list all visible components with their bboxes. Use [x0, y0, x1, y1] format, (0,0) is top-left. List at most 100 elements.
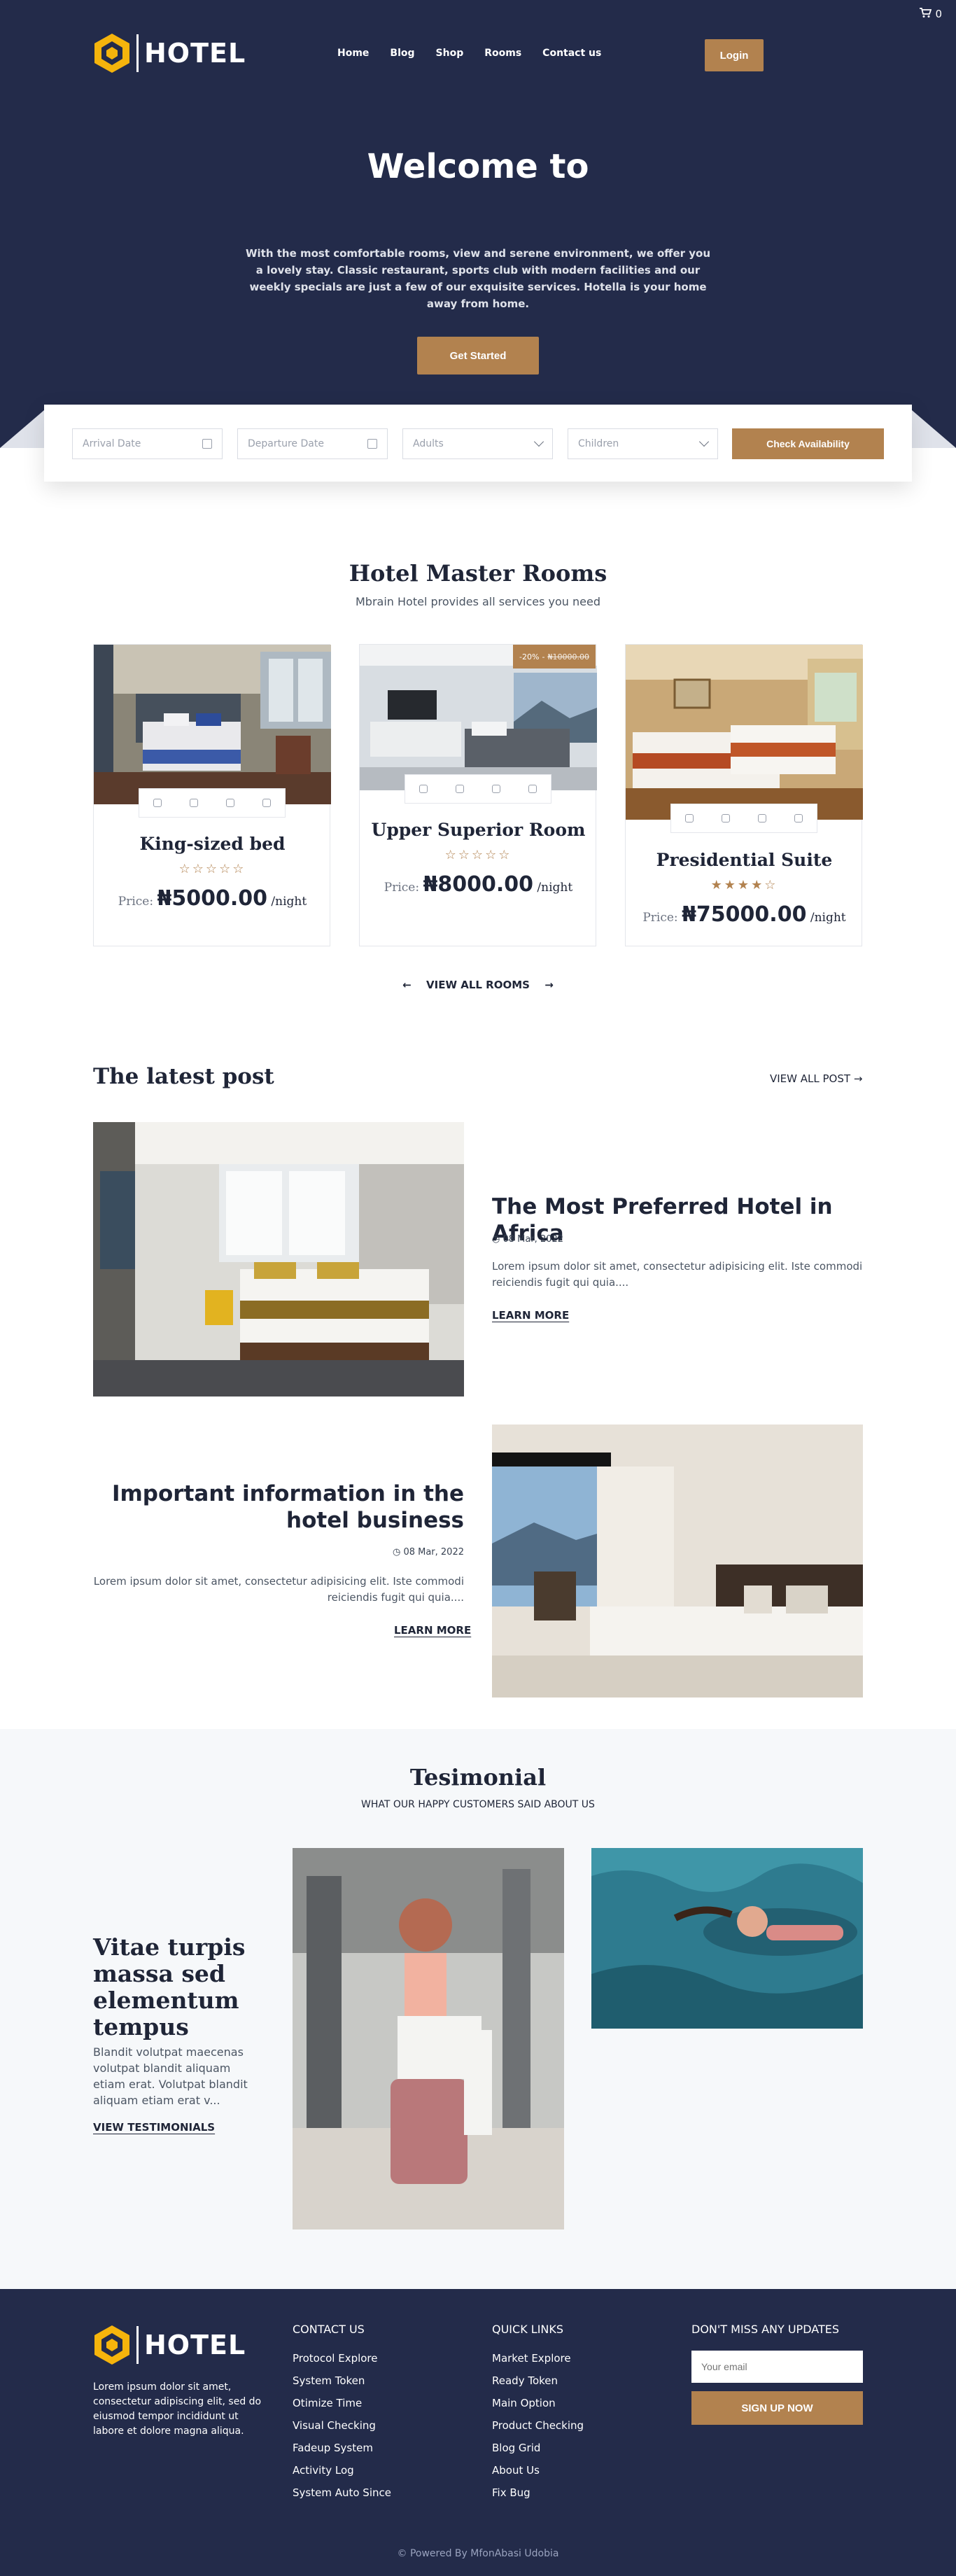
testimonial-title: Tesimonial [409, 1764, 547, 1791]
contact-item[interactable]: System Auto Since [293, 2482, 391, 2504]
clock-icon: ◷ [492, 1234, 503, 1245]
room-price: Price: ₦8000.00 /night [360, 872, 597, 897]
clock-icon: ◷ [392, 1547, 404, 1558]
wifi-icon [722, 814, 730, 822]
contact-item[interactable]: Protocol Explore [293, 2347, 391, 2370]
logo-divider [136, 34, 139, 72]
nav-blog[interactable]: Blog [390, 48, 414, 59]
arrival-date-placeholder: Arrival Date [83, 438, 141, 449]
footer-about: Lorem ipsum dolor sit amet, consectetur … [93, 2381, 262, 2437]
room-card[interactable]: Presidential Suite ★★★★☆ Price: ₦75000.0… [625, 644, 863, 946]
quick-link[interactable]: Fix Bug [492, 2482, 584, 2504]
rating-stars: ★★★★☆ [710, 878, 778, 892]
quick-link[interactable]: About Us [492, 2459, 584, 2482]
price-label: Price: [384, 881, 420, 895]
quick-link[interactable]: Market Explore [492, 2347, 584, 2370]
room-name: Upper Superior Room [371, 820, 586, 840]
post-date: ◷ 08 Mar, 2022 [93, 1547, 464, 1558]
contact-list: Protocol Explore System Token Otimize Ti… [293, 2347, 391, 2504]
testimonial-photo-pool[interactable] [591, 1848, 863, 2029]
tv-icon [262, 799, 271, 807]
signup-button[interactable]: SIGN UP NOW [691, 2391, 863, 2425]
learn-more-link[interactable]: LEARN MORE [394, 1624, 471, 1637]
room-price: Price: ₦5000.00 /night [94, 886, 331, 911]
room-card[interactable]: -20% - ₦10000.00 Upper Superior Room ☆☆☆… [359, 644, 597, 946]
view-all-post-label: VIEW ALL POST [770, 1072, 851, 1085]
adults-label: Adults [413, 438, 444, 449]
learn-more-link[interactable]: LEARN MORE [492, 1309, 569, 1322]
contact-item[interactable]: Visual Checking [293, 2414, 391, 2437]
restaurant-icon [226, 799, 234, 807]
wifi-icon [190, 799, 198, 807]
arrow-left-icon: ← [402, 979, 412, 991]
quick-link[interactable]: Blog Grid [492, 2437, 584, 2459]
latest-post-title: The latest post [93, 1064, 274, 1089]
shower-icon [685, 814, 694, 822]
login-button[interactable]: Login [705, 39, 764, 71]
price-amount: ₦8000.00 [423, 872, 534, 897]
price-per: /night [271, 895, 307, 909]
price-amount: ₦75000.00 [682, 902, 807, 927]
post-title[interactable]: Important information in the hotel busin… [93, 1480, 464, 1534]
nav-shop[interactable]: Shop [436, 48, 464, 59]
hexagon-logo-icon [93, 2324, 131, 2366]
view-all-rooms-label: VIEW ALL ROOMS [426, 979, 530, 991]
children-select[interactable]: Children [568, 428, 718, 459]
room-photo-king[interactable] [94, 645, 331, 804]
arrival-date-field[interactable]: Arrival Date [72, 428, 223, 459]
post-excerpt: Lorem ipsum dolor sit amet, consectetur … [492, 1260, 863, 1289]
nav-contact[interactable]: Contact us [542, 48, 601, 59]
room-photo-presidential[interactable] [626, 645, 863, 820]
logo-word: HOTEL [144, 38, 246, 69]
tv-icon [794, 814, 803, 822]
view-all-rooms-link[interactable]: ← VIEW ALL ROOMS → [0, 979, 956, 991]
site-logo[interactable]: HOTEL [93, 32, 246, 74]
contact-item[interactable]: Fadeup System [293, 2437, 391, 2459]
hero-left-corner [0, 406, 49, 448]
nav-rooms[interactable]: Rooms [484, 48, 521, 59]
testimonial-text: Blandit volutpat maecenas volutpat bland… [93, 2045, 248, 2107]
calendar-icon [367, 439, 377, 449]
cart-icon [919, 7, 932, 21]
room-name: King-sized bed [139, 834, 286, 854]
logo-divider [136, 2326, 139, 2364]
quick-link[interactable]: Main Option [492, 2392, 584, 2414]
post-date-text: 08 Mar, 2022 [403, 1547, 464, 1558]
chevron-down-icon [698, 436, 710, 447]
tv-icon [528, 785, 537, 793]
amenities-bar [405, 774, 551, 804]
contact-item[interactable]: Activity Log [293, 2459, 391, 2482]
contact-item[interactable]: System Token [293, 2370, 391, 2392]
hexagon-logo-icon [93, 32, 131, 74]
newsletter-email-input[interactable] [691, 2351, 863, 2383]
room-price: Price: ₦75000.00 /night [626, 902, 863, 927]
amenities-bar [139, 788, 286, 818]
cart-button[interactable]: 0 [919, 7, 942, 21]
children-label: Children [578, 438, 619, 449]
departure-date-field[interactable]: Departure Date [237, 428, 388, 459]
footer-logo[interactable]: HOTEL [93, 2324, 246, 2366]
view-testimonials-link[interactable]: VIEW TESTIMONIALS [93, 2121, 215, 2134]
arrow-right-icon: → [544, 979, 554, 991]
check-availability-button[interactable]: Check Availability [732, 428, 884, 459]
contact-item[interactable]: Otimize Time [293, 2392, 391, 2414]
room-card[interactable]: King-sized bed ☆☆☆☆☆ Price: ₦5000.00 /ni… [93, 644, 331, 946]
testimonial-photo-traveler[interactable] [293, 1848, 564, 2230]
quick-links-list: Market Explore Ready Token Main Option P… [492, 2347, 584, 2504]
calendar-icon [202, 439, 212, 449]
view-all-post-link[interactable]: VIEW ALL POST → [770, 1072, 862, 1085]
adults-select[interactable]: Adults [402, 428, 553, 459]
quick-link[interactable]: Product Checking [492, 2414, 584, 2437]
nav-home[interactable]: Home [337, 48, 369, 59]
amenities-bar [670, 804, 817, 833]
contact-title: CONTACT US [293, 2323, 365, 2336]
arrow-right-icon: → [853, 1072, 863, 1085]
post-date-text: 08 Mar, 2022 [502, 1234, 564, 1245]
post-image-preferred-hotel[interactable] [93, 1122, 464, 1396]
shower-icon [419, 785, 428, 793]
quick-link[interactable]: Ready Token [492, 2370, 584, 2392]
get-started-button[interactable]: Get Started [417, 337, 539, 374]
rooms-title: Hotel Master Rooms [349, 560, 607, 587]
hero-right-corner [907, 406, 956, 448]
post-image-hotel-business[interactable] [492, 1424, 863, 1698]
